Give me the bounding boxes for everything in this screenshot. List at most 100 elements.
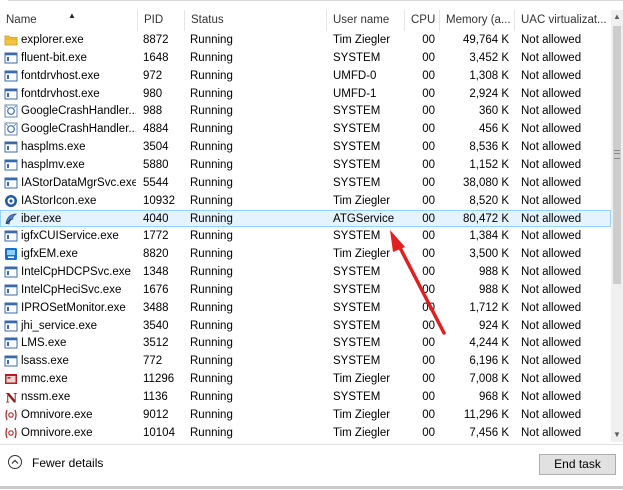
top-border bbox=[0, 0, 623, 1]
process-name-label: GoogleCrashHandler... bbox=[21, 105, 136, 118]
process-cpu: 00 bbox=[422, 301, 435, 314]
process-name-label: GoogleCrashHandler... bbox=[21, 123, 136, 136]
process-cpu: 00 bbox=[422, 51, 435, 64]
process-cpu: 00 bbox=[422, 283, 435, 296]
process-status: Running bbox=[190, 319, 233, 332]
table-header: Name ▲ PID Status User name CPU Memory (… bbox=[0, 10, 611, 31]
process-status: Running bbox=[190, 158, 233, 171]
vertical-scrollbar[interactable]: ▲ ▼ bbox=[611, 10, 623, 442]
table-row[interactable]: GoogleCrashHandler... 988 Running SYSTEM 00 3… bbox=[0, 102, 611, 120]
column-header-user-name[interactable]: User name bbox=[327, 10, 405, 31]
table-row[interactable]: fluent-bit.exe 1648 Running SYSTEM 00 3,452 K… bbox=[0, 49, 611, 67]
process-uac-virtualization: Not allowed bbox=[521, 51, 582, 64]
table-row[interactable]: jhi_service.exe 3540 Running SYSTEM 00 924 K N… bbox=[0, 317, 611, 335]
process-name: Omnivore.exe bbox=[4, 406, 136, 424]
process-pid: 5880 bbox=[143, 158, 169, 171]
process-pid: 8820 bbox=[143, 248, 169, 261]
app-window-icon bbox=[4, 336, 18, 350]
process-memory: 968 K bbox=[478, 391, 509, 403]
omnivore-icon bbox=[4, 426, 18, 440]
process-uac-virtualization: Not allowed bbox=[521, 266, 582, 279]
process-uac-virtualization: Not allowed bbox=[521, 105, 582, 118]
process-name: fluent-bit.exe bbox=[4, 49, 136, 67]
process-cpu: 00 bbox=[422, 158, 435, 171]
process-pid: 10104 bbox=[143, 426, 175, 439]
table-row[interactable]: hasplms.exe 3504 Running SYSTEM 00 8,536 K Not… bbox=[0, 138, 611, 156]
table-row[interactable]: IntelCpHDCPSvc.exe 1348 Running SYSTEM 00 988… bbox=[0, 263, 611, 281]
table-row[interactable]: explorer.exe 8872 Running Tim Ziegler 00 49,7… bbox=[0, 31, 611, 49]
table-row[interactable]: Omnivore.exe 9012 Running Tim Ziegler 00 11,2… bbox=[0, 406, 611, 424]
process-cpu: 00 bbox=[422, 355, 435, 368]
scroll-up-arrow-icon[interactable]: ▲ bbox=[611, 10, 623, 24]
process-status: Running bbox=[190, 176, 233, 189]
process-user-name: SYSTEM bbox=[333, 51, 381, 64]
process-name-label: iber.exe bbox=[21, 212, 62, 225]
process-user-name: SYSTEM bbox=[333, 123, 381, 136]
process-uac-virtualization: Not allowed bbox=[521, 87, 582, 100]
chevron-up-circle-icon bbox=[8, 455, 22, 469]
table-row[interactable]: lsass.exe 772 Running SYSTEM 00 6,196 K Not al… bbox=[0, 352, 611, 370]
process-name-label: IAStorIcon.exe bbox=[21, 194, 97, 207]
table-row[interactable]: fontdrvhost.exe 980 Running UMFD-1 00 2,924 K… bbox=[0, 85, 611, 103]
process-user-name: SYSTEM bbox=[333, 319, 381, 332]
table-row[interactable]: Omnivore.exe 10104 Running Tim Ziegler 00 7,4… bbox=[0, 424, 611, 442]
process-pid: 3488 bbox=[143, 301, 169, 314]
process-pid: 5544 bbox=[143, 176, 169, 189]
end-task-button[interactable]: End task bbox=[539, 454, 616, 475]
process-name-label: IntelCpHeciSvc.exe bbox=[21, 283, 122, 296]
process-user-name: SYSTEM bbox=[333, 266, 381, 279]
table-row[interactable]: GoogleCrashHandler... 4884 Running SYSTEM 00… bbox=[0, 120, 611, 138]
iber-icon bbox=[4, 212, 18, 226]
column-header-name[interactable]: Name ▲ bbox=[0, 10, 138, 31]
process-name-label: fontdrvhost.exe bbox=[21, 69, 100, 82]
process-memory: 80,472 K bbox=[462, 212, 509, 225]
scrollbar-thumb[interactable] bbox=[613, 26, 621, 284]
process-memory: 7,008 K bbox=[469, 373, 509, 386]
process-uac-virtualization: Not allowed bbox=[521, 408, 582, 421]
column-header-status[interactable]: Status bbox=[185, 10, 327, 31]
process-cpu: 00 bbox=[422, 69, 435, 82]
app-window-icon bbox=[4, 140, 18, 154]
process-name-label: hasplmv.exe bbox=[21, 158, 85, 171]
nssm-icon: N bbox=[4, 390, 18, 407]
process-name-label: igfxEM.exe bbox=[21, 248, 78, 261]
table-row[interactable]: Nnssm.exe 1136 Running SYSTEM 00 968 K Not all… bbox=[0, 388, 611, 406]
table-row[interactable]: fontdrvhost.exe 972 Running UMFD-0 00 1,308 K… bbox=[0, 67, 611, 85]
table-row[interactable]: iber.exe 4040 Running ATGService 00 80,472 K N… bbox=[0, 209, 611, 228]
process-uac-virtualization: Not allowed bbox=[521, 248, 582, 261]
column-header-uac-virtualization[interactable]: UAC virtualizat... bbox=[515, 10, 611, 31]
table-row[interactable]: IPROSetMonitor.exe 3488 Running SYSTEM 00 1,7… bbox=[0, 299, 611, 317]
process-user-name: UMFD-1 bbox=[333, 87, 377, 100]
process-name-label: IPROSetMonitor.exe bbox=[21, 301, 126, 314]
column-header-memory[interactable]: Memory (a... bbox=[440, 10, 515, 31]
process-memory: 456 K bbox=[478, 123, 509, 136]
process-name: fontdrvhost.exe bbox=[4, 67, 136, 85]
process-pid: 10932 bbox=[143, 194, 175, 207]
process-pid: 4040 bbox=[143, 212, 169, 225]
process-name: IntelCpHeciSvc.exe bbox=[4, 281, 136, 299]
process-pid: 988 bbox=[143, 105, 163, 118]
process-cpu: 00 bbox=[422, 194, 435, 207]
table-row[interactable]: IAStorIcon.exe 10932 Running Tim Ziegler 00 8… bbox=[0, 192, 611, 210]
table-row[interactable]: mmc.exe 11296 Running Tim Ziegler 00 7,008 K N… bbox=[0, 370, 611, 388]
process-user-name: SYSTEM bbox=[333, 355, 381, 368]
table-row[interactable]: IntelCpHeciSvc.exe 1676 Running SYSTEM 00 988… bbox=[0, 281, 611, 299]
omnivore-icon bbox=[4, 408, 18, 422]
column-header-cpu[interactable]: CPU bbox=[405, 10, 440, 31]
scroll-down-arrow-icon[interactable]: ▼ bbox=[611, 428, 623, 442]
process-memory: 1,384 K bbox=[469, 230, 509, 243]
process-memory: 3,500 K bbox=[469, 248, 509, 261]
process-name-label: hasplms.exe bbox=[21, 141, 86, 154]
table-row[interactable]: igfxEM.exe 8820 Running Tim Ziegler 00 3,500 … bbox=[0, 245, 611, 263]
table-row[interactable]: IAStorDataMgrSvc.exe 5544 Running SYSTEM 00 3… bbox=[0, 174, 611, 192]
table-row[interactable]: LMS.exe 3512 Running SYSTEM 00 4,244 K Not all… bbox=[0, 334, 611, 352]
process-name: igfxEM.exe bbox=[4, 245, 136, 263]
process-name-label: IAStorDataMgrSvc.exe bbox=[21, 176, 136, 189]
intel-storage-icon bbox=[4, 194, 18, 208]
process-uac-virtualization: Not allowed bbox=[521, 176, 582, 189]
table-row[interactable]: hasplmv.exe 5880 Running SYSTEM 00 1,152 K Not… bbox=[0, 156, 611, 174]
process-cpu: 00 bbox=[422, 391, 435, 403]
column-header-pid[interactable]: PID bbox=[138, 10, 185, 31]
process-name: lsass.exe bbox=[4, 352, 136, 370]
table-row[interactable]: igfxCUIService.exe 1772 Running SYSTEM 00 1,3… bbox=[0, 227, 611, 245]
